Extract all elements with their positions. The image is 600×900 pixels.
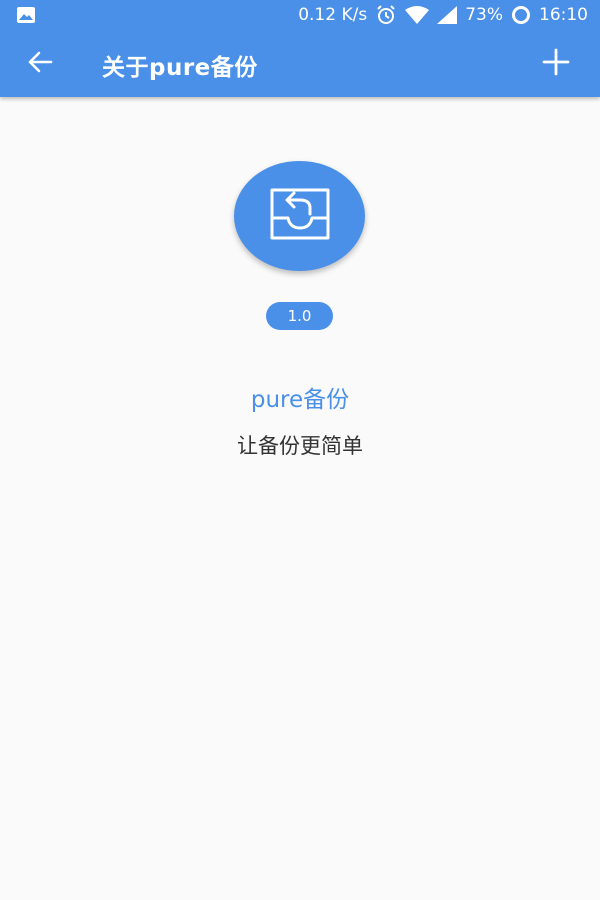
arrow-left-icon	[27, 49, 53, 79]
clock: 16:10	[539, 5, 588, 25]
wifi-icon	[405, 6, 430, 24]
status-icons: 0.12 K/s 73% 16:10	[298, 4, 588, 26]
status-bar: 0.12 K/s 73% 16:10	[0, 0, 600, 30]
inbox-restore-icon	[266, 186, 334, 246]
app-name: pure备份	[250, 387, 350, 413]
image-icon	[16, 6, 36, 24]
app-bar: 0.12 K/s 73% 16:10 关于pure备份	[0, 0, 600, 97]
signal-icon	[437, 6, 458, 24]
back-button[interactable]	[18, 42, 62, 86]
page-title: 关于pure备份	[102, 55, 258, 81]
app-slogan: 让备份更简单	[237, 434, 363, 458]
add-button[interactable]	[534, 42, 578, 86]
plus-icon	[542, 48, 570, 80]
toolbar: 关于pure备份	[0, 30, 600, 97]
app-logo	[234, 161, 365, 271]
version-badge: 1.0	[266, 302, 333, 330]
alarm-icon	[375, 4, 397, 26]
battery-percent: 73%	[465, 5, 503, 25]
net-speed: 0.12 K/s	[298, 5, 368, 25]
battery-ring-icon	[511, 5, 531, 25]
